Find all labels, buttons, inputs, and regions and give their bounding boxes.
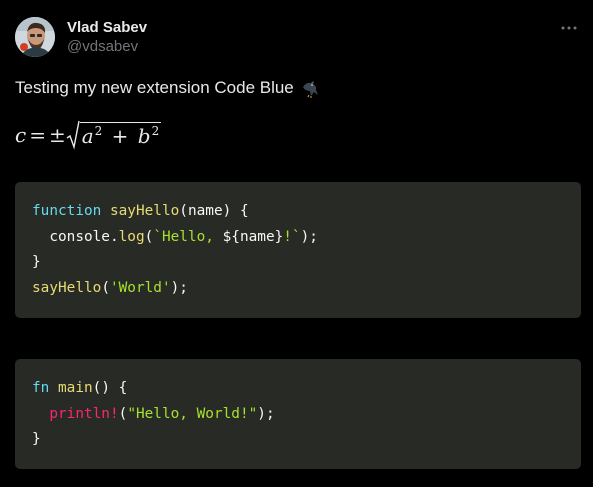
code-plain: console. [32, 228, 119, 245]
code-block-rust[interactable]: fn main() { println!("Hello, World!"); } [15, 359, 581, 469]
code-plain: ( [101, 279, 110, 296]
author-handle[interactable]: @vdsabev [67, 37, 147, 57]
code-line: fn main() { [32, 376, 581, 402]
code-plain: } [32, 254, 41, 270]
math-sqrt: a2 + b2 [66, 120, 162, 150]
more-options-button[interactable] [557, 17, 581, 39]
tweet-text: Testing my new extension Code Blue [15, 76, 320, 100]
code-string: 'World' [109, 279, 171, 296]
math-exp-b: 2 [151, 124, 160, 138]
code-plain: ); [170, 279, 188, 296]
code-plain: ( [144, 228, 154, 245]
code-function-name: sayHello [32, 279, 102, 296]
avatar-image [15, 17, 55, 57]
math-equals: = [29, 123, 46, 147]
tweet-header: Vlad Sabev @vdsabev [15, 17, 581, 57]
code-interpolation: ${name} [222, 228, 284, 245]
math-exp-a: 2 [94, 124, 103, 138]
math-plus-minus: ± [48, 123, 66, 147]
code-plain [32, 406, 49, 422]
avatar[interactable] [15, 17, 55, 57]
code-keyword: function [32, 203, 102, 219]
code-function-name: log [118, 228, 145, 245]
author-display-name[interactable]: Vlad Sabev [67, 19, 147, 37]
math-var-c: c [15, 123, 27, 147]
code-keyword: fn [32, 380, 50, 396]
code-plain: } [32, 431, 41, 447]
author-names: Vlad Sabev @vdsabev [67, 19, 147, 57]
code-plain: ); [300, 228, 318, 245]
crow-emoji-icon [302, 81, 318, 98]
code-plain: (name) { [179, 203, 249, 219]
code-plain: ); [257, 405, 275, 422]
sqrt-sign-icon [66, 120, 80, 150]
code-macro: println! [49, 405, 119, 422]
code-line: } [32, 250, 581, 276]
code-line: function sayHello(name) { [32, 199, 581, 225]
code-block-javascript[interactable]: function sayHello(name) { console.log(`H… [15, 182, 581, 318]
code-line: } [32, 427, 581, 453]
tweet-text-content: Testing my new extension Code Blue [15, 78, 294, 97]
code-plain: ( [118, 405, 128, 422]
math-var-a: a [81, 124, 94, 148]
code-string: !` [283, 228, 301, 245]
code-line: sayHello('World'); [32, 276, 581, 302]
code-line: println!("Hello, World!"); [32, 402, 581, 428]
math-plus: + [111, 124, 129, 148]
code-string: "Hello, World!" [127, 405, 258, 422]
code-plain: () { [92, 380, 128, 396]
code-function-name: sayHello [109, 203, 180, 219]
more-horizontal-icon [561, 26, 577, 30]
code-function-name: main [58, 380, 93, 396]
math-var-b: b [137, 124, 151, 148]
math-formula: c = ± a2 + b2 [15, 118, 162, 152]
math-radicand: a2 + b2 [79, 122, 162, 150]
code-string: `Hello, [153, 228, 223, 245]
code-line: console.log(`Hello, ${name}!`); [32, 225, 581, 251]
